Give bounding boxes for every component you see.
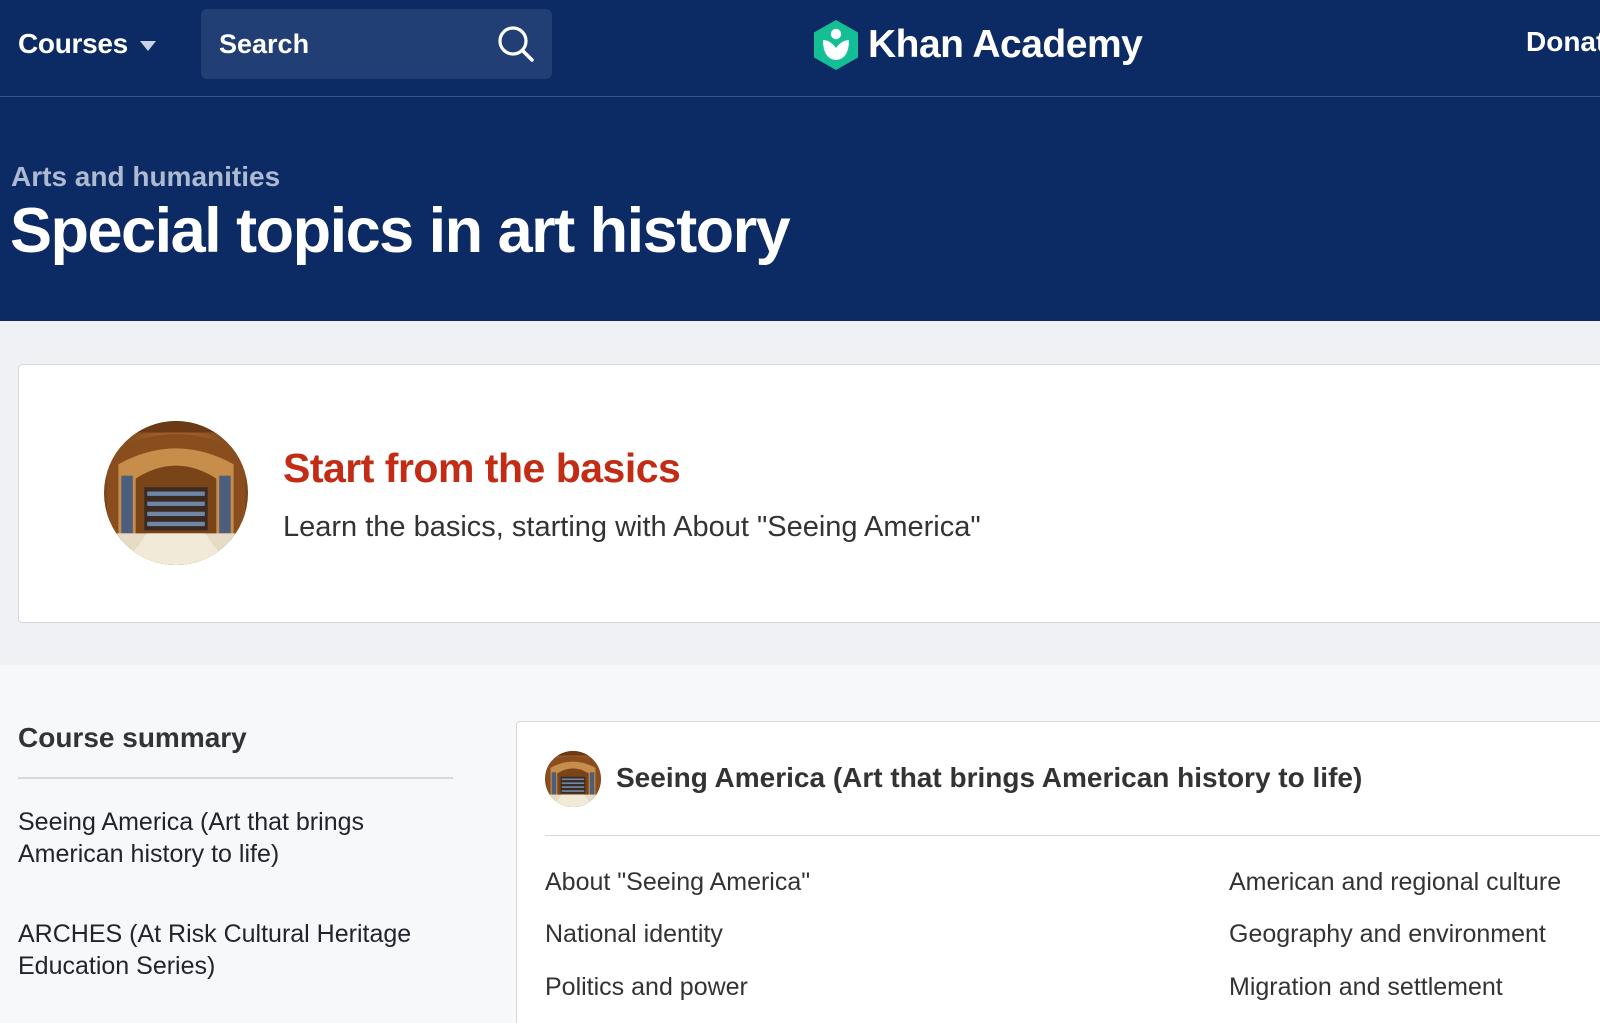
lesson-link[interactable]: Geography and environment bbox=[1229, 920, 1546, 949]
basics-title: Start from the basics bbox=[283, 445, 681, 491]
summary-link-arches[interactable]: ARCHES (At Risk Cultural Heritage Educat… bbox=[18, 918, 438, 982]
courses-menu-label: Courses bbox=[18, 28, 128, 59]
khan-academy-home-link[interactable]: Khan Academy bbox=[812, 18, 1143, 72]
search-input[interactable] bbox=[201, 9, 491, 79]
lesson-link[interactable]: Migration and settlement bbox=[1229, 973, 1503, 1002]
course-summary-heading: Course summary bbox=[18, 722, 247, 753]
lesson-link[interactable]: National identity bbox=[545, 920, 723, 949]
search-icon[interactable] bbox=[497, 25, 535, 63]
unit-card: Seeing America (Art that brings American… bbox=[516, 721, 1600, 1023]
lesson-link[interactable]: American and regional culture bbox=[1229, 868, 1561, 897]
top-navigation-bar: Courses Khan Academy Donate bbox=[0, 0, 1600, 97]
basics-subtitle: Learn the basics, starting with About "S… bbox=[283, 511, 981, 543]
course-hero: Arts and humanities Special topics in ar… bbox=[0, 97, 1600, 321]
unit-title-link[interactable]: Seeing America (Art that brings American… bbox=[616, 762, 1362, 794]
khan-academy-logo-icon bbox=[814, 20, 858, 70]
start-basics-card[interactable]: Start from the basics Learn the basics, … bbox=[18, 364, 1600, 623]
lesson-link[interactable]: About "Seeing America" bbox=[545, 868, 810, 897]
unit-divider bbox=[545, 835, 1600, 836]
start-basics-section: Start from the basics Learn the basics, … bbox=[0, 321, 1600, 665]
donate-link[interactable]: Donate bbox=[1526, 26, 1600, 58]
summary-link-seeing-america[interactable]: Seeing America (Art that brings American… bbox=[18, 806, 438, 870]
courses-menu-button[interactable]: Courses bbox=[18, 26, 156, 62]
page-title: Special topics in art history bbox=[10, 196, 791, 266]
unit-thumbnail bbox=[545, 751, 601, 807]
breadcrumb[interactable]: Arts and humanities bbox=[11, 161, 280, 193]
chevron-down-icon bbox=[139, 41, 156, 51]
library-thumbnail bbox=[104, 421, 248, 565]
search-box[interactable] bbox=[201, 9, 552, 79]
lesson-link[interactable]: Politics and power bbox=[545, 973, 748, 1002]
brand-name: Khan Academy bbox=[868, 23, 1143, 66]
summary-divider bbox=[18, 777, 453, 779]
